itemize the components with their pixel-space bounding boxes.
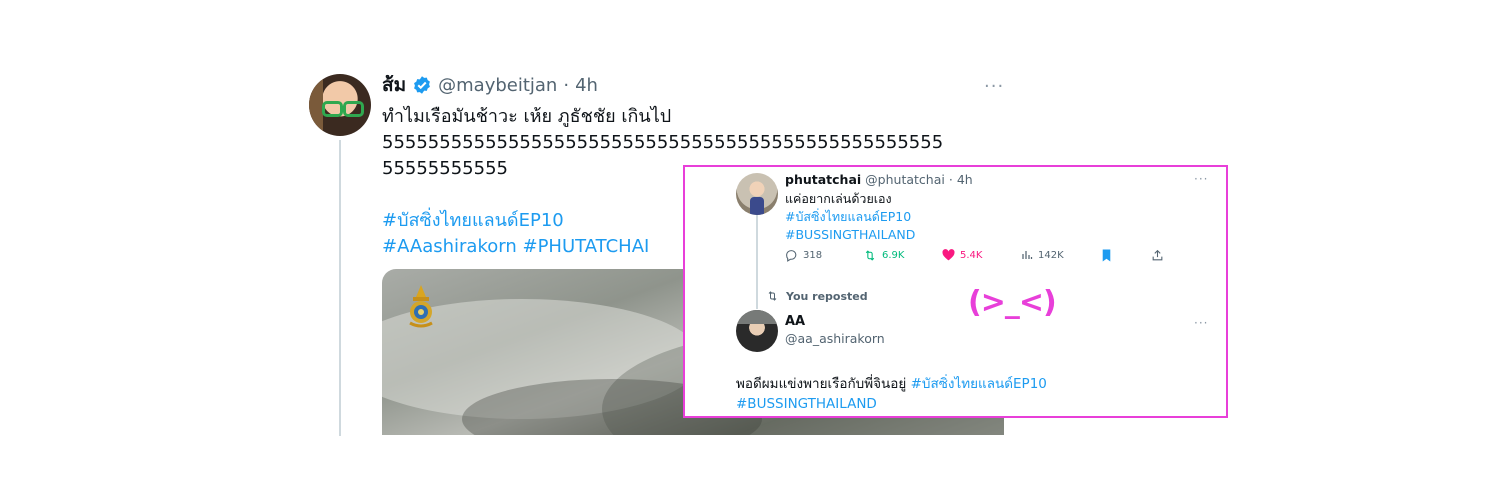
views-count: 142K [1038,249,1064,261]
tweet-text-line: แค่อยากเล่นด้วยเอง [785,191,892,206]
thread-line [756,214,758,309]
share-button[interactable] [1151,249,1164,262]
handle[interactable]: @maybeitjan [438,75,557,96]
repost-label: You reposted [786,289,868,303]
thread-line [339,140,341,436]
avatar[interactable] [736,173,778,215]
emoticon-annotation: (>_<) [968,285,1057,320]
tweet-header: phutatchai @phutatchai · 4h [785,170,973,188]
retweet-button[interactable]: 6.9K [863,249,904,262]
display-name[interactable]: phutatchai [785,172,861,187]
bookmark-icon [1102,249,1111,262]
like-button[interactable]: 5.4K [942,249,982,261]
more-options-icon[interactable]: ··· [984,76,1004,97]
tweet-text-line: ทำไมเรือมันช้าวะ เห้ย ภูธัชชัย เกินไป [382,106,672,127]
emblem-logo [409,285,433,328]
tweet-text-line: พอดีผมแข่งพายเรือกับพี่จินอยู่ [736,376,907,392]
retweet-icon [865,250,875,261]
tweet-text-line: 5555555555555555555555555555555555555555… [382,132,944,153]
timestamp[interactable]: 4h [575,75,598,96]
retweet-count: 6.9K [882,250,905,261]
like-count: 5.4K [960,249,983,261]
views-icon [1022,251,1033,259]
tweet-header: ส้ม @maybeitjan · 4h [382,73,598,97]
hashtag-link[interactable]: #AAashirakorn [382,236,517,257]
hashtag-link[interactable]: #BUSSINGTHAILAND [785,227,915,242]
share-icon [1152,249,1163,261]
views-button[interactable]: 142K [1021,249,1064,261]
tweet-text: แค่อยากเล่นด้วยเอง #บัสซิ่งไทยแลนด์EP10 … [785,190,915,244]
verified-badge-icon [412,75,432,95]
tweet-text: พอดีผมแข่งพายเรือกับพี่จินอยู่ #บัสซิ่งไ… [736,374,1047,414]
repost-icon [768,291,777,301]
handle[interactable]: @phutatchai [865,172,945,187]
bookmark-button[interactable] [1101,249,1112,262]
more-options-icon[interactable]: ··· [1194,172,1208,186]
repost-indicator: You reposted [766,288,868,304]
hashtag-link[interactable]: #บัสซิ่งไทยแลนด์EP10 [382,210,564,231]
handle[interactable]: @aa_ashirakorn [785,331,885,346]
avatar[interactable] [309,74,371,136]
hashtag-link[interactable]: #PHUTATCHAI [522,236,649,257]
reply-icon [786,250,797,262]
more-options-icon[interactable]: ··· [1194,316,1208,330]
hashtag-link[interactable]: #BUSSINGTHAILAND [736,396,877,412]
timestamp[interactable]: 4h [957,172,973,187]
reply-button[interactable]: 318 [785,249,822,262]
hashtag-link[interactable]: #บัสซิ่งไทยแลนด์EP10 [785,209,911,224]
avatar[interactable] [736,310,778,352]
hashtag-link[interactable]: #บัสซิ่งไทยแลนด์EP10 [911,376,1047,392]
separator-dot: · [563,74,570,96]
display-name[interactable]: AA [785,314,805,329]
like-icon [942,249,955,261]
separator-dot: · [948,171,953,187]
reply-count: 318 [803,250,823,261]
display-name[interactable]: ส้ม [382,70,406,100]
